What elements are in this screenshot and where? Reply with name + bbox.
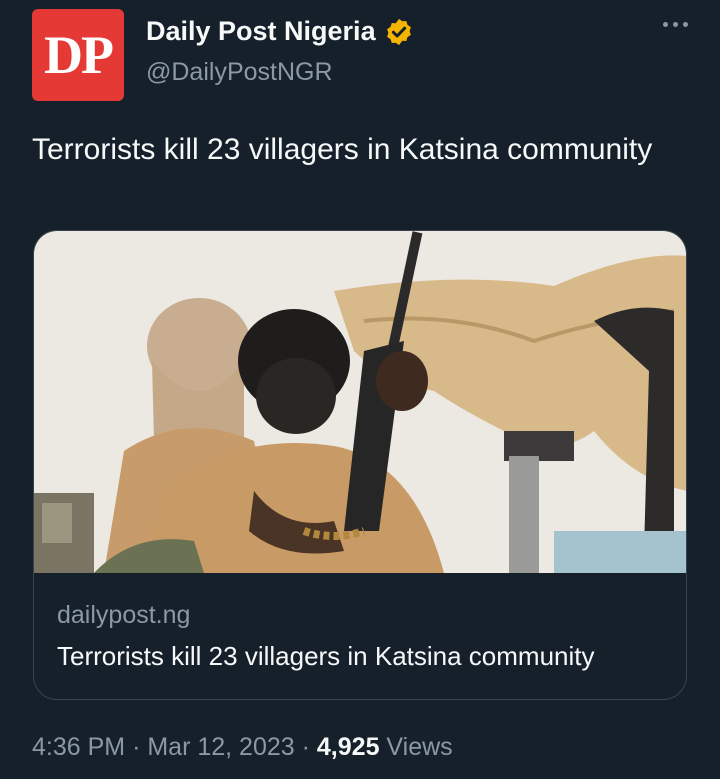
card-title: Terrorists kill 23 villagers in Katsina … bbox=[57, 641, 595, 671]
avatar-logo-text: DP bbox=[44, 25, 114, 85]
author-handle[interactable]: @DailyPostNGR bbox=[146, 58, 333, 87]
author-name-row: Daily Post Nigeria bbox=[146, 16, 414, 47]
card-domain: dailypost.ng bbox=[57, 601, 191, 629]
views-label: Views bbox=[386, 733, 453, 761]
verified-badge-icon bbox=[386, 18, 411, 45]
meta-separator: · bbox=[132, 733, 141, 761]
link-card[interactable]: dailypost.ng Terrorists kill 23 villager… bbox=[33, 230, 687, 700]
tweet-meta: 4:36 PM · Mar 12, 2023 · 4,925 Views bbox=[32, 733, 453, 762]
tweet-date[interactable]: Mar 12, 2023 bbox=[147, 733, 294, 761]
tweet-text: Terrorists kill 23 villagers in Katsina … bbox=[32, 133, 653, 166]
views-count: 4,925 bbox=[316, 733, 380, 761]
tweet: DP Daily Post Nigeria @DailyPostNGR Terr… bbox=[0, 0, 720, 779]
more-options-icon[interactable] bbox=[663, 22, 688, 27]
card-image bbox=[34, 231, 686, 573]
author-display-name[interactable]: Daily Post Nigeria bbox=[146, 16, 376, 47]
avatar[interactable]: DP bbox=[32, 9, 124, 101]
meta-separator-2: · bbox=[301, 733, 310, 761]
tweet-time[interactable]: 4:36 PM bbox=[32, 733, 125, 761]
